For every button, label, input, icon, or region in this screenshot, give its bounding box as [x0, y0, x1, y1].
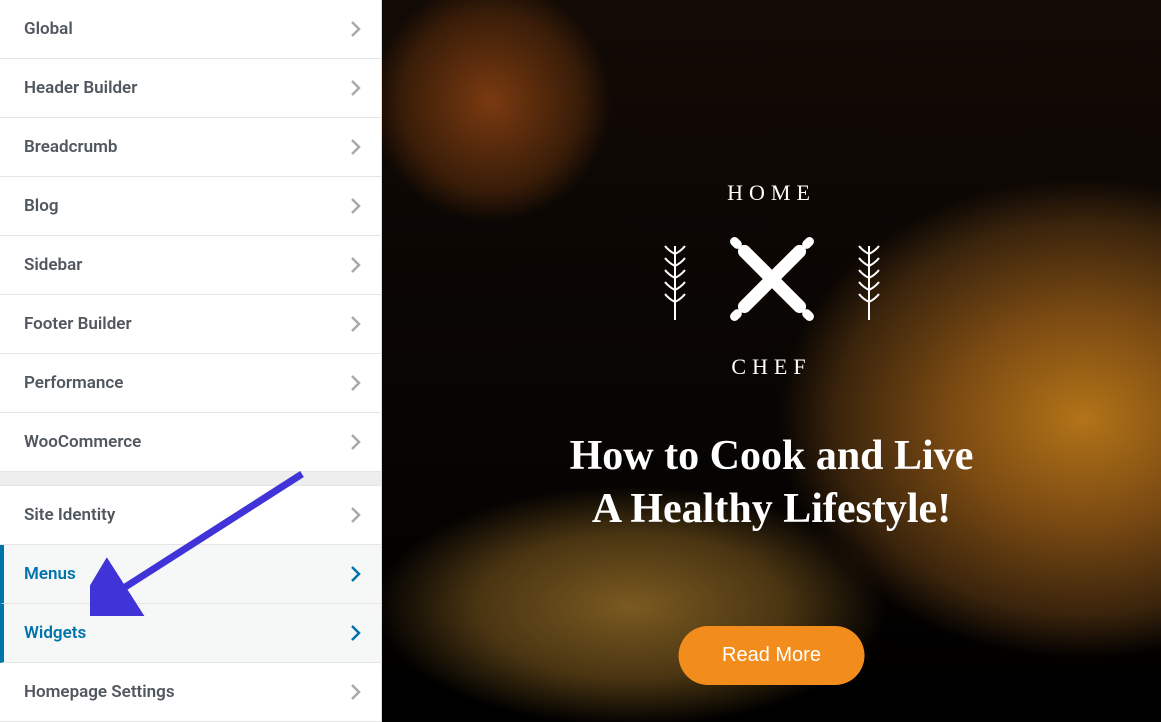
chevron-right-icon [349, 682, 361, 702]
wheat-icon [660, 240, 690, 326]
chevron-right-icon [349, 19, 361, 39]
chevron-right-icon [349, 196, 361, 216]
read-more-button[interactable]: Read More [678, 626, 865, 685]
sidebar-item-label: Widgets [24, 623, 86, 643]
chevron-right-icon [349, 564, 361, 584]
sidebar-item-label: Sidebar [24, 255, 82, 275]
sidebar-item-label: Header Builder [24, 78, 137, 98]
sidebar-item-label: Footer Builder [24, 314, 132, 334]
sidebar-item-breadcrumb[interactable]: Breadcrumb [0, 118, 381, 177]
chevron-right-icon [349, 314, 361, 334]
sidebar-item-header-builder[interactable]: Header Builder [0, 59, 381, 118]
logo-text-bottom: CHEF [672, 354, 872, 380]
sidebar-item-homepage-settings[interactable]: Homepage Settings [0, 663, 381, 722]
wheat-icon [854, 240, 884, 326]
sidebar-item-site-identity[interactable]: Site Identity [0, 486, 381, 545]
sidebar-divider [0, 472, 381, 486]
rolling-pins-icon [707, 214, 837, 344]
chevron-right-icon [349, 623, 361, 643]
site-preview: HOME [382, 0, 1161, 722]
logo-text-top: HOME [672, 180, 872, 206]
sidebar-item-blog[interactable]: Blog [0, 177, 381, 236]
hero-line-2: A Healthy Lifestyle! [452, 483, 1092, 536]
chevron-right-icon [349, 137, 361, 157]
chevron-right-icon [349, 373, 361, 393]
sidebar-item-widgets[interactable]: Widgets [0, 604, 381, 663]
hero-line-1: How to Cook and Live [452, 430, 1092, 483]
sidebar-item-menus[interactable]: Menus [0, 545, 381, 604]
chevron-right-icon [349, 505, 361, 525]
sidebar-item-label: Global [24, 19, 73, 39]
sidebar-group-1: Global Header Builder Breadcrumb Blog Si… [0, 0, 381, 472]
sidebar-item-footer-builder[interactable]: Footer Builder [0, 295, 381, 354]
sidebar-item-label: Breadcrumb [24, 137, 117, 157]
sidebar-item-label: Site Identity [24, 505, 115, 525]
sidebar-item-label: Blog [24, 196, 59, 216]
chevron-right-icon [349, 255, 361, 275]
sidebar-item-global[interactable]: Global [0, 0, 381, 59]
customizer-sidebar: Global Header Builder Breadcrumb Blog Si… [0, 0, 382, 722]
sidebar-item-sidebar[interactable]: Sidebar [0, 236, 381, 295]
site-logo: HOME [672, 180, 872, 380]
sidebar-item-label: Performance [24, 373, 123, 393]
sidebar-item-woocommerce[interactable]: WooCommerce [0, 413, 381, 472]
chevron-right-icon [349, 78, 361, 98]
sidebar-item-label: Menus [24, 564, 76, 584]
sidebar-item-performance[interactable]: Performance [0, 354, 381, 413]
chevron-right-icon [349, 432, 361, 452]
sidebar-item-label: Homepage Settings [24, 682, 175, 702]
sidebar-item-label: WooCommerce [24, 432, 141, 452]
hero-heading: How to Cook and Live A Healthy Lifestyle… [452, 430, 1092, 535]
sidebar-group-2: Site Identity Menus Widgets Homepage Set… [0, 486, 381, 722]
